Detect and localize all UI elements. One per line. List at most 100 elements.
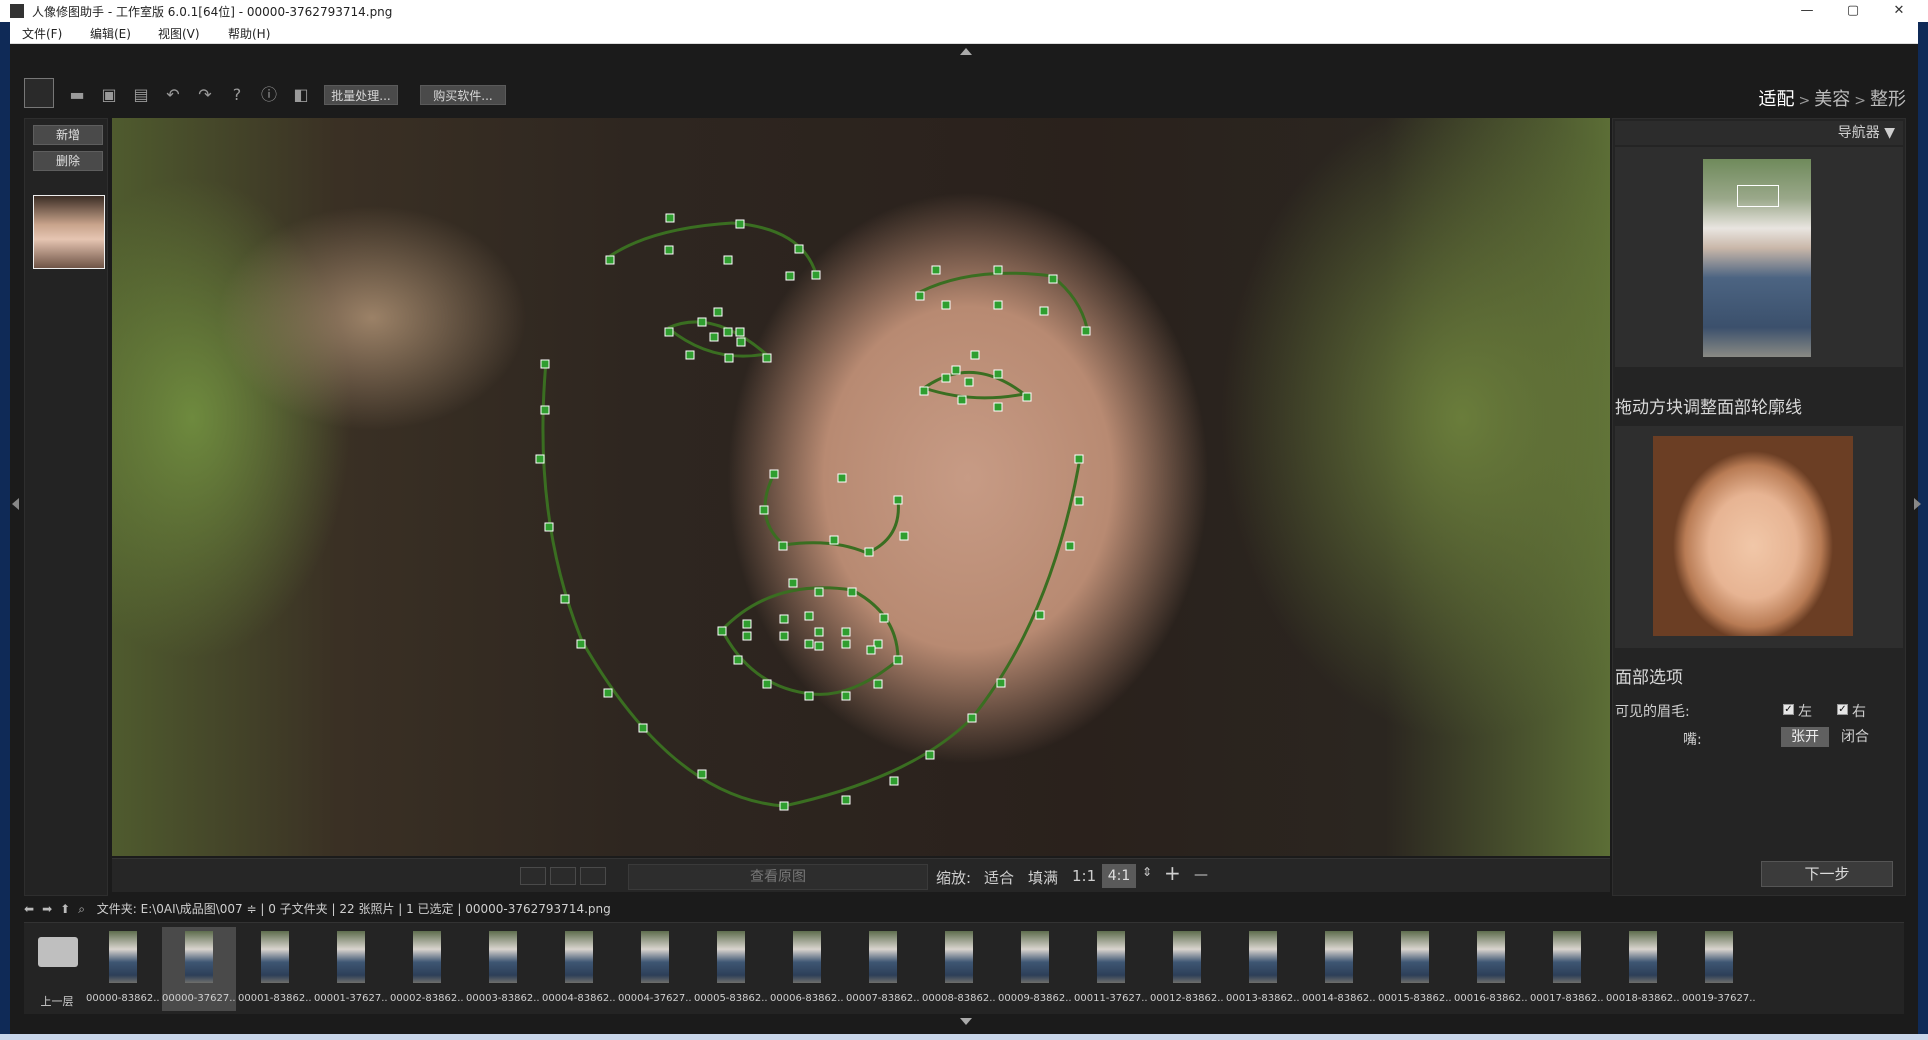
film-item[interactable]: 00011-37627... bbox=[1074, 927, 1148, 1011]
landmark-handle[interactable] bbox=[873, 679, 883, 689]
landmark-handle[interactable] bbox=[724, 353, 734, 363]
brow-right-checkbox[interactable]: ✓ bbox=[1837, 704, 1848, 715]
landmark-handle[interactable] bbox=[603, 688, 613, 698]
landmark-handle[interactable] bbox=[925, 750, 935, 760]
film-item[interactable]: 00013-83862... bbox=[1226, 927, 1300, 1011]
back-arrow-icon[interactable]: ⬅ bbox=[24, 902, 34, 916]
film-item[interactable]: 00002-83862... bbox=[390, 927, 464, 1011]
landmark-handle[interactable] bbox=[993, 369, 1003, 379]
up-arrow-icon[interactable]: ⬆ bbox=[60, 902, 70, 916]
zoom-out-button[interactable]: — bbox=[1194, 867, 1208, 883]
landmark-handle[interactable] bbox=[893, 495, 903, 505]
brow-left-checkbox[interactable]: ✓ bbox=[1783, 704, 1794, 715]
next-step-button[interactable]: 下一步 bbox=[1761, 861, 1893, 887]
landmark-handle[interactable] bbox=[685, 350, 695, 360]
film-item[interactable]: 00014-83862... bbox=[1302, 927, 1376, 1011]
search-icon[interactable]: ⌕ bbox=[78, 902, 85, 916]
landmark-handle[interactable] bbox=[967, 713, 977, 723]
film-item[interactable]: 00015-83862... bbox=[1378, 927, 1452, 1011]
landmark-handle[interactable] bbox=[1065, 541, 1075, 551]
landmark-handle[interactable] bbox=[829, 535, 839, 545]
landmark-handle[interactable] bbox=[864, 547, 874, 557]
minimize-button[interactable]: — bbox=[1784, 0, 1830, 22]
close-button[interactable]: ✕ bbox=[1876, 0, 1922, 22]
navigator-viewport-rect[interactable] bbox=[1737, 185, 1779, 207]
parent-folder-item[interactable]: 上一层 bbox=[28, 927, 86, 1011]
landmark-handle[interactable] bbox=[814, 627, 824, 637]
save-icon[interactable]: ▣ bbox=[98, 84, 120, 106]
landmark-handle[interactable] bbox=[762, 679, 772, 689]
landmark-handle[interactable] bbox=[1081, 326, 1091, 336]
landmark-handle[interactable] bbox=[778, 541, 788, 551]
step-fit[interactable]: 适配 bbox=[1759, 89, 1795, 110]
landmark-handle[interactable] bbox=[779, 614, 789, 624]
collapse-bottom-arrow-icon[interactable] bbox=[960, 1018, 972, 1025]
landmark-handle[interactable] bbox=[1074, 454, 1084, 464]
film-item[interactable]: 00007-83862... bbox=[846, 927, 920, 1011]
compare-icon[interactable]: ◧ bbox=[290, 84, 312, 106]
landmark-handle[interactable] bbox=[769, 469, 779, 479]
film-item[interactable]: 00004-83862... bbox=[542, 927, 616, 1011]
landmark-handle[interactable] bbox=[733, 655, 743, 665]
landmark-handle[interactable] bbox=[899, 531, 909, 541]
landmark-handle[interactable] bbox=[544, 522, 554, 532]
landmark-handle[interactable] bbox=[779, 631, 789, 641]
landmark-handle[interactable] bbox=[996, 678, 1006, 688]
landmark-handle[interactable] bbox=[697, 769, 707, 779]
film-item[interactable]: 00000-37627... bbox=[162, 927, 236, 1011]
zoom-1to1-button[interactable]: 1:1 bbox=[1072, 867, 1096, 885]
navigator-header[interactable]: 导航器 ▼ bbox=[1615, 121, 1903, 145]
landmark-handle[interactable] bbox=[951, 365, 961, 375]
landmark-handle[interactable] bbox=[811, 270, 821, 280]
forward-arrow-icon[interactable]: ➡ bbox=[42, 902, 52, 916]
open-folder-icon[interactable]: ▬ bbox=[66, 84, 88, 106]
landmark-handle[interactable] bbox=[804, 691, 814, 701]
zoom-fit-button[interactable]: 适合 bbox=[984, 867, 1014, 888]
landmark-handle[interactable] bbox=[1074, 496, 1084, 506]
folder-path[interactable]: E:\0AI\成品图\007 ≑ bbox=[141, 902, 257, 916]
add-button[interactable]: 新增 bbox=[33, 125, 103, 145]
selected-image-thumbnail[interactable] bbox=[33, 195, 105, 269]
help-icon[interactable]: ? bbox=[226, 84, 248, 106]
landmark-handle[interactable] bbox=[638, 723, 648, 733]
landmark-handle[interactable] bbox=[576, 639, 586, 649]
landmark-handle[interactable] bbox=[957, 395, 967, 405]
film-item[interactable]: 00005-83862... bbox=[694, 927, 768, 1011]
batch-process-button[interactable]: 批量处理... bbox=[324, 85, 398, 105]
landmark-handle[interactable] bbox=[879, 613, 889, 623]
landmark-handle[interactable] bbox=[993, 300, 1003, 310]
film-item[interactable]: 00004-37627... bbox=[618, 927, 692, 1011]
landmark-handle[interactable] bbox=[837, 473, 847, 483]
landmark-handle[interactable] bbox=[1039, 306, 1049, 316]
film-item[interactable]: 00000-83862... bbox=[86, 927, 160, 1011]
split-vertical-view-icon[interactable] bbox=[550, 867, 576, 885]
landmark-handle[interactable] bbox=[742, 619, 752, 629]
landmark-handle[interactable] bbox=[794, 244, 804, 254]
film-item[interactable]: 00003-83862... bbox=[466, 927, 540, 1011]
landmark-handle[interactable] bbox=[735, 219, 745, 229]
info-icon[interactable]: ⓘ bbox=[258, 84, 280, 106]
film-item[interactable]: 00001-83862... bbox=[238, 927, 312, 1011]
landmark-handle[interactable] bbox=[785, 271, 795, 281]
undo-icon[interactable]: ↶ bbox=[162, 84, 184, 106]
landmark-handle[interactable] bbox=[605, 255, 615, 265]
step-beauty[interactable]: 美容 bbox=[1814, 89, 1850, 110]
landmark-handle[interactable] bbox=[847, 587, 857, 597]
collapse-top-arrow-icon[interactable] bbox=[960, 48, 972, 55]
landmark-handle[interactable] bbox=[664, 327, 674, 337]
landmark-handle[interactable] bbox=[717, 626, 727, 636]
landmark-handle[interactable] bbox=[814, 641, 824, 651]
buy-software-button[interactable]: 购买软件... bbox=[420, 85, 506, 105]
zoom-fill-button[interactable]: 填满 bbox=[1028, 867, 1058, 888]
landmark-handle[interactable] bbox=[919, 386, 929, 396]
landmark-handle[interactable] bbox=[804, 639, 814, 649]
landmark-handle[interactable] bbox=[535, 454, 545, 464]
landmark-handle[interactable] bbox=[931, 265, 941, 275]
landmark-handle[interactable] bbox=[788, 578, 798, 588]
film-item[interactable]: 00018-83862... bbox=[1606, 927, 1680, 1011]
landmark-handle[interactable] bbox=[665, 213, 675, 223]
zoom-stepper-icon[interactable]: ⇕ bbox=[1142, 865, 1152, 879]
landmark-handle[interactable] bbox=[560, 594, 570, 604]
film-item[interactable]: 00012-83862... bbox=[1150, 927, 1224, 1011]
maximize-button[interactable]: ▢ bbox=[1830, 0, 1876, 22]
